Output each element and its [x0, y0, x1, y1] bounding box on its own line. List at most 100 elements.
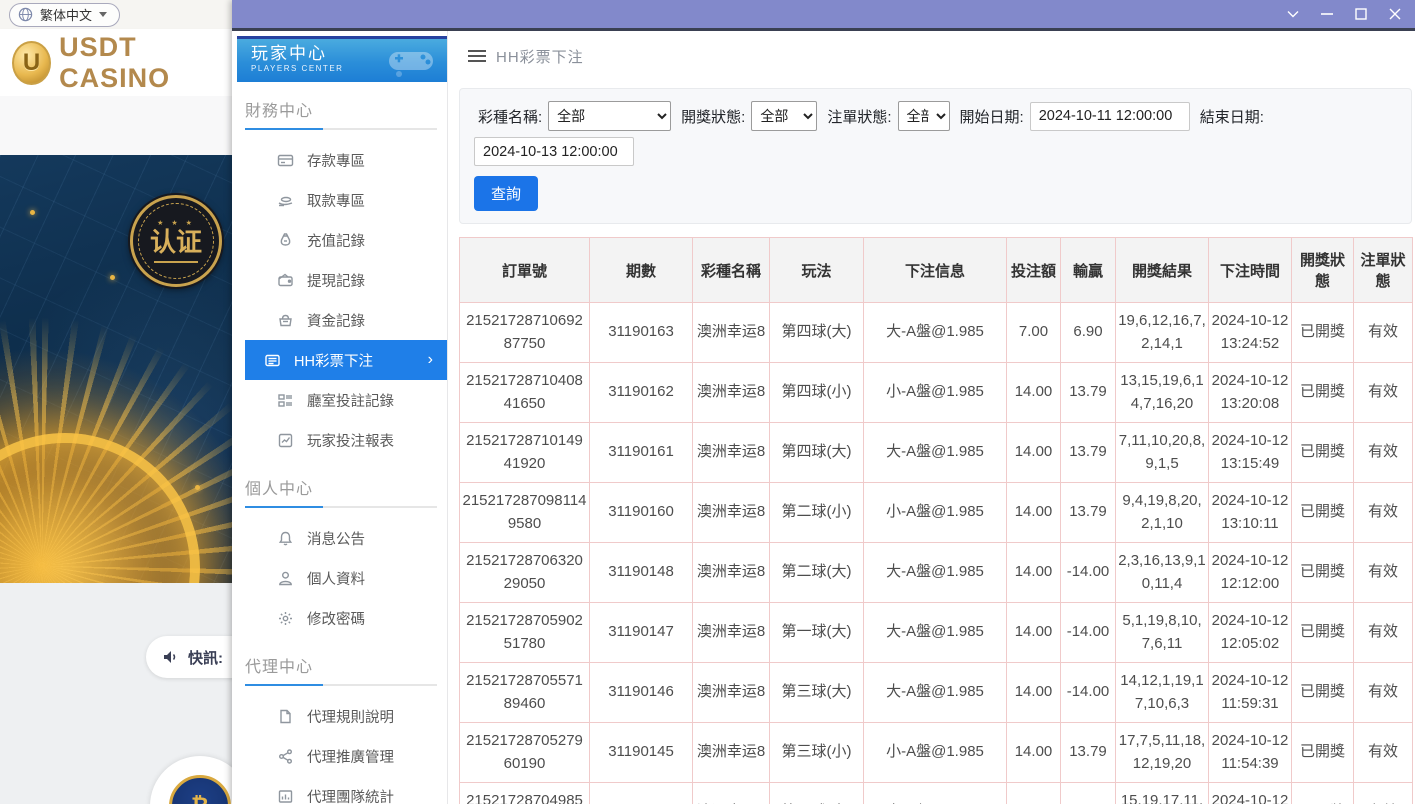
chevron-right-icon: › — [428, 351, 433, 369]
column-header: 期數 — [590, 238, 693, 303]
table-cell: 第三球(大) — [770, 663, 864, 723]
table-cell: 2024-10-12 13:10:11 — [1209, 483, 1292, 543]
service-logo-icon: ₿ — [169, 775, 231, 804]
badge-ring — [138, 203, 214, 279]
sidebar-header: 玩家中心 PLAYERS CENTER — [237, 36, 447, 82]
sidebar-item-share[interactable]: 代理推廣管理 — [245, 736, 447, 776]
sidebar-item-team-stats[interactable]: 代理團隊統計 — [245, 776, 447, 804]
table-cell: 31190145 — [590, 723, 693, 783]
hamburger-menu-icon[interactable] — [468, 50, 486, 62]
table-cell: 已開獎 — [1292, 483, 1354, 543]
table-cell: 31190160 — [590, 483, 693, 543]
bitcoin-hero-image: ★ ★ ★ 认证 — [0, 155, 232, 583]
sidebar-item-label: 代理規則說明 — [307, 706, 394, 727]
coin-logo-icon: U — [12, 41, 51, 85]
table-row: 215217287106928775031190163澳洲幸运8第四球(大)大-… — [460, 303, 1413, 363]
sidebar-item-lottery-ticket[interactable]: HH彩票下注 › — [245, 340, 447, 380]
sidebar-item-deposit-card[interactable]: 存款專區 — [245, 140, 447, 180]
main-content: HH彩票下注 彩種名稱: 全部 開獎狀態: 全部 注單狀態: 全部 開 — [448, 31, 1415, 804]
window-chevron-down-button[interactable] — [1281, 4, 1305, 24]
table-cell: 2024-10-12 11:49:45 — [1209, 783, 1292, 804]
sidebar-item-label: HH彩票下注 — [294, 350, 373, 371]
column-header: 開獎結果 — [1116, 238, 1209, 303]
person-icon — [277, 570, 294, 587]
window-maximize-button[interactable] — [1349, 4, 1373, 24]
table-cell: 澳洲幸运8 — [693, 483, 770, 543]
table-cell: 13.79 — [1061, 483, 1116, 543]
wallet-icon — [277, 272, 294, 289]
table-cell: 2152172870498513260 — [460, 783, 590, 804]
table-cell: 已開獎 — [1292, 603, 1354, 663]
end-date-input[interactable] — [474, 137, 634, 166]
table-cell: 2024-10-12 11:54:39 — [1209, 723, 1292, 783]
network-dot — [195, 485, 200, 490]
sidebar-item-wallet[interactable]: 提現記錄 — [245, 260, 447, 300]
sidebar-item-person[interactable]: 個人資料 — [245, 558, 447, 598]
window-minimize-button[interactable] — [1315, 4, 1339, 24]
sidebar-item-gear[interactable]: 修改密碼 — [245, 598, 447, 638]
table-cell: 13.79 — [1061, 783, 1116, 804]
table-cell: 第二球(大) — [770, 543, 864, 603]
table-cell: 澳洲幸运8 — [693, 303, 770, 363]
sidebar-section-title: 個人中心 — [245, 475, 437, 499]
table-cell: 已開獎 — [1292, 303, 1354, 363]
network-dot — [30, 210, 35, 215]
sidebar-item-withdraw-hand[interactable]: 取款專區 — [245, 180, 447, 220]
language-strip: 繁体中文 — [0, 0, 232, 29]
team-stats-icon — [277, 788, 294, 804]
bets-table: 訂單號期數彩種名稱玩法下注信息投注額輸贏開獎結果下注時間開獎狀態注單狀態 215… — [459, 237, 1413, 804]
table-cell: 澳洲幸运8 — [693, 783, 770, 804]
language-selector[interactable]: 繁体中文 — [9, 3, 120, 27]
sidebar-item-bet-report[interactable]: 玩家投注報表 — [245, 420, 447, 460]
table-cell: 已開獎 — [1292, 363, 1354, 423]
column-header: 訂單號 — [460, 238, 590, 303]
table-cell: 31190144 — [590, 783, 693, 804]
table-cell: 已開獎 — [1292, 663, 1354, 723]
table-cell: 有效 — [1354, 483, 1413, 543]
table-cell: 14.00 — [1007, 423, 1061, 483]
table-cell: -14.00 — [1061, 663, 1116, 723]
table-cell: 14.00 — [1007, 603, 1061, 663]
purse-icon — [277, 312, 294, 329]
main-header: HH彩票下注 — [448, 31, 1415, 81]
sidebar-item-label: 消息公告 — [307, 528, 365, 549]
section-divider — [245, 506, 437, 508]
draw-status-select[interactable]: 全部 — [751, 101, 817, 131]
site-background: 繁体中文 U USDT CASINO ★ ★ ★ 认证 快訊: ₿ — [0, 0, 232, 804]
window-close-button[interactable] — [1383, 4, 1407, 24]
table-cell: 14.00 — [1007, 543, 1061, 603]
table-cell: 大-A盤@1.985 — [864, 423, 1007, 483]
table-cell: 有效 — [1354, 423, 1413, 483]
sidebar-item-label: 存款專區 — [307, 150, 365, 171]
table-cell: 2152172871069287750 — [460, 303, 590, 363]
start-date-input[interactable] — [1030, 102, 1190, 131]
table-cell: 已開獎 — [1292, 783, 1354, 804]
sidebar-item-purse[interactable]: 資金記錄 — [245, 300, 447, 340]
search-button[interactable]: 查詢 — [474, 176, 538, 211]
sidebar-item-money-bag[interactable]: 充值記錄 — [245, 220, 447, 260]
table-cell: 19,6,12,16,7,2,14,1 — [1116, 303, 1209, 363]
table-cell: 大-A盤@1.985 — [864, 303, 1007, 363]
window-titlebar — [232, 0, 1415, 28]
table-cell: 14.00 — [1007, 363, 1061, 423]
table-cell: 31190162 — [590, 363, 693, 423]
end-date-label: 結束日期: — [1200, 106, 1264, 127]
table-cell: 13.79 — [1061, 363, 1116, 423]
table-cell: 有效 — [1354, 603, 1413, 663]
order-status-select[interactable]: 全部 — [898, 101, 950, 131]
table-row: 215217287104084165031190162澳洲幸运8第四球(小)小-… — [460, 363, 1413, 423]
coin-letter: U — [23, 49, 40, 77]
table-cell: 2152172870527960190 — [460, 723, 590, 783]
table-row: 215217287059025178031190147澳洲幸运8第一球(大)大-… — [460, 603, 1413, 663]
table-cell: 2024-10-12 13:20:08 — [1209, 363, 1292, 423]
sidebar-item-bell[interactable]: 消息公告 — [245, 518, 447, 558]
table-cell: 小-A盤@1.985 — [864, 363, 1007, 423]
table-cell: 2024-10-12 11:59:31 — [1209, 663, 1292, 723]
table-cell: 大-A盤@1.985 — [864, 603, 1007, 663]
sidebar-item-room-records[interactable]: 廳室投註記錄 — [245, 380, 447, 420]
lottery-select[interactable]: 全部 — [548, 101, 671, 131]
table-cell: 17,7,5,11,18,12,19,20 — [1116, 723, 1209, 783]
sidebar-item-document[interactable]: 代理規則說明 — [245, 696, 447, 736]
table-cell: 5,1,19,8,10,7,6,11 — [1116, 603, 1209, 663]
table-cell: 澳洲幸运8 — [693, 363, 770, 423]
